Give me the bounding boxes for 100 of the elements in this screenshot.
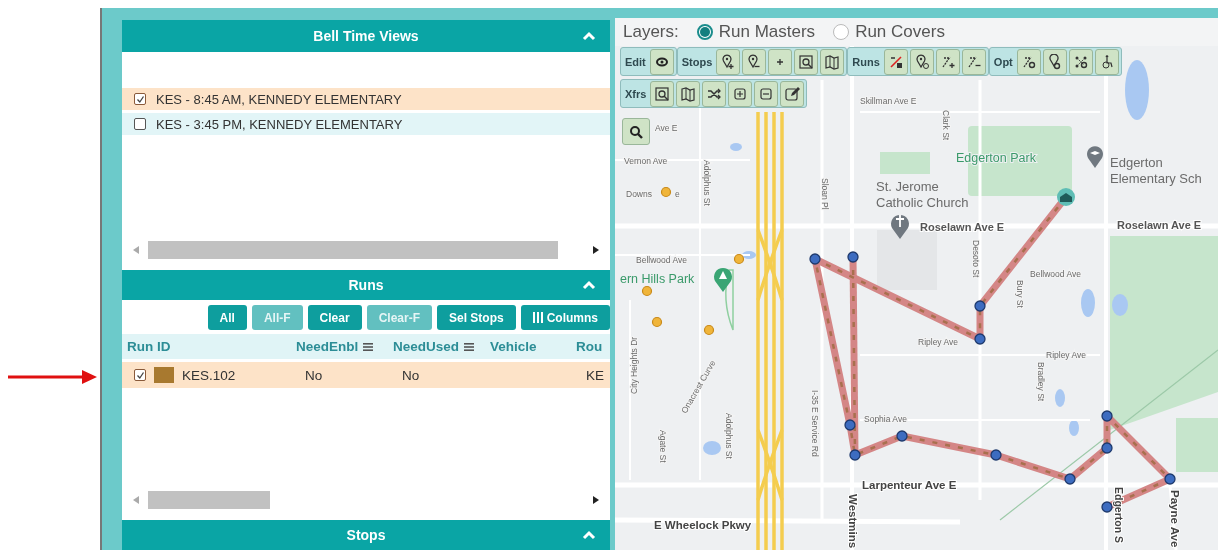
- map-label: Adolphus St: [724, 413, 734, 459]
- list-row[interactable]: KES - 8:45 AM, KENNEDY ELEMENTARY: [122, 88, 610, 110]
- map-label: Catholic Church: [876, 195, 969, 210]
- pin-x-button[interactable]: [909, 48, 934, 75]
- panel-title: Stops: [346, 527, 386, 543]
- map-label: Bradley St: [1036, 362, 1046, 402]
- toolbar-button[interactable]: Clear: [307, 305, 362, 330]
- stop-marker[interactable]: [1064, 473, 1076, 485]
- list-row[interactable]: KES - 3:45 PM, KENNEDY ELEMENTARY: [122, 113, 610, 135]
- school-marker[interactable]: [1057, 188, 1075, 206]
- map-label: Bellwood Ave: [636, 255, 687, 265]
- nodes-button[interactable]: [1068, 48, 1093, 75]
- columns-icon: [532, 312, 543, 323]
- plus-button[interactable]: [768, 48, 793, 75]
- stop-marker[interactable]: [974, 300, 986, 312]
- stop-marker[interactable]: [990, 449, 1002, 461]
- pin-minus-icon: [746, 53, 763, 70]
- menu-icon[interactable]: [464, 341, 475, 352]
- map-label: Sophia Ave: [864, 414, 907, 424]
- lake: [1055, 389, 1065, 407]
- map-label: Downs: [626, 189, 652, 199]
- eye-button[interactable]: [649, 48, 674, 75]
- map-label: Bury St: [1015, 280, 1025, 308]
- table-cell: No: [402, 367, 420, 383]
- map-search-button[interactable]: [650, 80, 675, 107]
- table-cell: No: [305, 367, 323, 383]
- collapse-button[interactable]: [580, 278, 598, 292]
- lake: [703, 441, 721, 455]
- edit-button[interactable]: [780, 80, 805, 107]
- table-cell: KE: [586, 367, 604, 383]
- collapse-button[interactable]: [580, 29, 598, 43]
- stop-marker[interactable]: [847, 251, 859, 263]
- radio-option[interactable]: Run Masters: [696, 22, 816, 42]
- map-search-icon: [654, 85, 671, 102]
- menu-icon[interactable]: [363, 341, 374, 352]
- poi-marker[interactable]: [641, 285, 653, 297]
- map-label: Payne Ave: [1169, 490, 1181, 548]
- map-button[interactable]: [676, 80, 701, 107]
- stop-marker[interactable]: [896, 430, 908, 442]
- map-label: e: [675, 189, 680, 199]
- poi-marker[interactable]: [651, 316, 663, 328]
- toolbar-group-label: Opt: [992, 55, 1014, 68]
- scroll-right-icon[interactable]: [592, 495, 600, 505]
- scroll-right-icon[interactable]: [592, 245, 600, 255]
- path-plus-button[interactable]: [935, 48, 960, 75]
- column-header[interactable]: Vehicle: [490, 339, 537, 354]
- pin-plus-icon: [720, 53, 737, 70]
- stop-marker[interactable]: [809, 253, 821, 265]
- stop-marker[interactable]: [844, 419, 856, 431]
- toolbar-button[interactable]: All: [207, 305, 247, 330]
- shuffle-button[interactable]: [702, 80, 727, 107]
- toolbar-group-label: Edit: [624, 55, 647, 68]
- path-button[interactable]: [1016, 48, 1041, 75]
- map-label: Agate St: [658, 430, 668, 463]
- minus-box-icon: [758, 85, 775, 102]
- panel-title: Runs: [348, 277, 384, 293]
- map-label: Edgerton: [1110, 155, 1163, 170]
- map-label: Ave E: [655, 123, 678, 133]
- stop-marker[interactable]: [1101, 501, 1113, 513]
- column-header[interactable]: NeedUsed: [393, 339, 475, 354]
- column-header[interactable]: NeedEnbl: [296, 339, 374, 354]
- poi-marker[interactable]: [660, 186, 672, 198]
- search-button[interactable]: [622, 118, 650, 145]
- pin-minus-button[interactable]: [742, 48, 767, 75]
- checkbox[interactable]: [134, 93, 146, 105]
- wheelchair-button[interactable]: [1094, 48, 1119, 75]
- map-icon: [824, 53, 841, 70]
- stop-marker[interactable]: [974, 333, 986, 345]
- map-label: City Heights Dr: [629, 336, 639, 394]
- plus-box-button[interactable]: [728, 80, 753, 107]
- collapse-button[interactable]: [580, 528, 598, 542]
- poi-marker[interactable]: [703, 324, 715, 336]
- table-row[interactable]: KES.102 No No KE: [122, 362, 610, 388]
- map-search-button[interactable]: [794, 48, 819, 75]
- pin-path-button[interactable]: [1042, 48, 1067, 75]
- checkbox[interactable]: [134, 369, 146, 381]
- map-label: St. Jerome: [876, 179, 939, 194]
- map-button[interactable]: [820, 48, 845, 75]
- stop-marker[interactable]: [1101, 442, 1113, 454]
- map-label: E Wheelock Pkwy: [654, 519, 752, 531]
- park-trail: [725, 269, 734, 331]
- stop-marker[interactable]: [1101, 410, 1113, 422]
- radio-option[interactable]: Run Covers: [833, 22, 945, 42]
- stop-marker[interactable]: [849, 449, 861, 461]
- map-label: Roselawn Ave E: [920, 221, 1005, 233]
- columns-button[interactable]: Columns: [520, 305, 610, 330]
- stop-marker[interactable]: [1164, 473, 1176, 485]
- church-pin-icon: [891, 214, 909, 239]
- column-header[interactable]: Run ID: [127, 339, 171, 354]
- park-area: [880, 152, 930, 174]
- checkbox[interactable]: [134, 118, 146, 130]
- route-crossed-button[interactable]: [883, 48, 908, 75]
- pin-plus-button[interactable]: [716, 48, 741, 75]
- toolbar-button[interactable]: Sel Stops: [436, 305, 516, 330]
- poi-marker[interactable]: [733, 253, 745, 265]
- row-label: KES - 3:45 PM, KENNEDY ELEMENTARY: [156, 116, 403, 132]
- park-pin-icon: [714, 267, 732, 292]
- column-header[interactable]: Rou: [576, 339, 603, 354]
- map-label: Ripley Ave: [1046, 350, 1086, 360]
- path-minus-button[interactable]: [961, 48, 986, 75]
